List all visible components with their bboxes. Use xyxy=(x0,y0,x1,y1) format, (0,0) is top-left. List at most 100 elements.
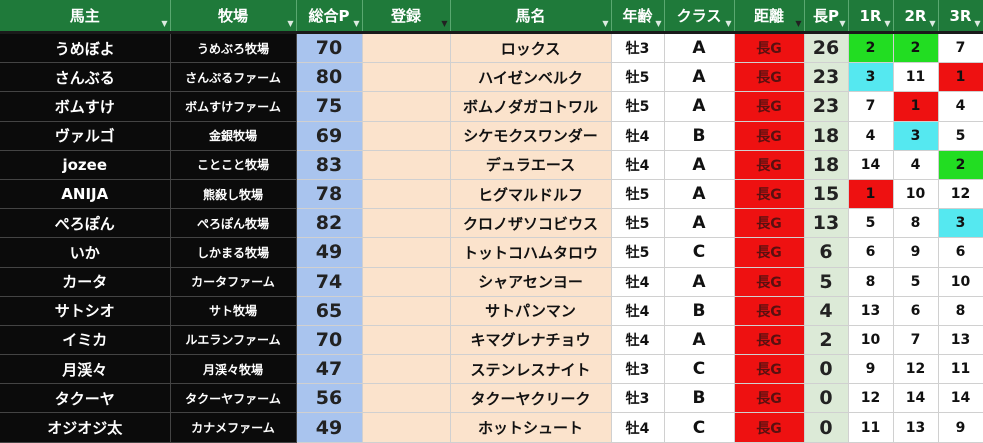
distance-cell[interactable]: 長G xyxy=(734,237,805,268)
header-owner[interactable]: 馬主 ▼ xyxy=(0,0,171,34)
registration-cell[interactable] xyxy=(362,383,451,414)
age-cell[interactable]: 牡4 xyxy=(611,267,665,297)
age-cell[interactable]: 牡4 xyxy=(611,121,665,151)
class-cell[interactable]: C xyxy=(664,354,735,385)
race1-cell[interactable]: 8 xyxy=(848,267,894,297)
table-row[interactable]: イミカ ルエランファーム 70 キマグレナチョウ 牡4 A 長G 2 10 7 13 xyxy=(0,325,983,356)
owner-cell[interactable]: サトシオ xyxy=(0,296,171,326)
long-points-cell[interactable]: 15 xyxy=(804,179,849,210)
registration-cell[interactable] xyxy=(362,267,451,297)
header-horse-name[interactable]: 馬名 ▼ xyxy=(450,0,612,34)
table-row[interactable]: タクーヤ タクーヤファーム 56 タクーヤクリーク 牡3 B 長G 0 12 14 14 xyxy=(0,383,983,414)
header-registration[interactable]: 登録 ▼ xyxy=(362,0,451,34)
registration-cell[interactable] xyxy=(362,325,451,356)
long-points-cell[interactable]: 18 xyxy=(804,121,849,151)
age-cell[interactable]: 牡4 xyxy=(611,325,665,356)
table-row[interactable]: ANIJA 熊殺し牧場 78 ヒグマルドルフ 牡5 A 長G 15 1 10 12 xyxy=(0,179,983,210)
race2-cell[interactable]: 6 xyxy=(893,296,939,326)
registration-cell[interactable] xyxy=(362,208,451,239)
race2-cell[interactable]: 10 xyxy=(893,179,939,210)
long-points-cell[interactable]: 18 xyxy=(804,150,849,180)
race2-cell[interactable]: 12 xyxy=(893,354,939,385)
table-row[interactable]: いか しかまる牧場 49 トットコハムタロウ 牡5 C 長G 6 6 9 6 xyxy=(0,237,983,268)
header-race2[interactable]: 2R ▼ xyxy=(893,0,939,34)
registration-cell[interactable] xyxy=(362,91,451,122)
owner-cell[interactable]: ヴァルゴ xyxy=(0,121,171,151)
age-cell[interactable]: 牡3 xyxy=(611,354,665,385)
race3-cell[interactable]: 12 xyxy=(938,179,983,210)
total-points-cell[interactable]: 47 xyxy=(296,354,363,385)
class-cell[interactable]: A xyxy=(664,179,735,210)
distance-cell[interactable]: 長G xyxy=(734,354,805,385)
long-points-cell[interactable]: 26 xyxy=(804,32,849,64)
farm-cell[interactable]: 熊殺し牧場 xyxy=(170,179,297,210)
filter-active-icon[interactable]: ▼ xyxy=(441,19,447,28)
horse-name-cell[interactable]: デュラエース xyxy=(450,150,612,180)
farm-cell[interactable]: カータファーム xyxy=(170,267,297,297)
total-points-cell[interactable]: 69 xyxy=(296,121,363,151)
race3-cell[interactable]: 3 xyxy=(938,208,983,239)
total-points-cell[interactable]: 70 xyxy=(296,32,363,64)
age-cell[interactable]: 牡5 xyxy=(611,179,665,210)
filter-dropdown-icon[interactable]: ▼ xyxy=(929,19,935,28)
age-cell[interactable]: 牡3 xyxy=(611,383,665,414)
registration-cell[interactable] xyxy=(362,62,451,93)
distance-cell[interactable]: 長G xyxy=(734,91,805,122)
distance-cell[interactable]: 長G xyxy=(734,150,805,180)
race3-cell[interactable]: 2 xyxy=(938,150,983,180)
owner-cell[interactable]: さんぶる xyxy=(0,62,171,93)
total-points-cell[interactable]: 56 xyxy=(296,383,363,414)
filter-dropdown-icon[interactable]: ▼ xyxy=(353,19,359,28)
race1-cell[interactable]: 2 xyxy=(848,32,894,64)
owner-cell[interactable]: 月渓々 xyxy=(0,354,171,385)
header-distance[interactable]: 距離 ▼ xyxy=(734,0,805,34)
table-row[interactable]: さんぶる さんぷるファーム 80 ハイゼンベルク 牡5 A 長G 23 3 11 1 xyxy=(0,62,983,93)
long-points-cell[interactable]: 6 xyxy=(804,237,849,268)
owner-cell[interactable]: いか xyxy=(0,237,171,268)
race2-cell[interactable]: 4 xyxy=(893,150,939,180)
race3-cell[interactable]: 7 xyxy=(938,32,983,64)
registration-cell[interactable] xyxy=(362,150,451,180)
registration-cell[interactable] xyxy=(362,179,451,210)
class-cell[interactable]: B xyxy=(664,296,735,326)
age-cell[interactable]: 牡5 xyxy=(611,208,665,239)
header-class[interactable]: クラス ▼ xyxy=(664,0,735,34)
race1-cell[interactable]: 10 xyxy=(848,325,894,356)
distance-cell[interactable]: 長G xyxy=(734,267,805,297)
farm-cell[interactable]: さんぷるファーム xyxy=(170,62,297,93)
farm-cell[interactable]: ぺろぽん牧場 xyxy=(170,208,297,239)
race3-cell[interactable]: 8 xyxy=(938,296,983,326)
total-points-cell[interactable]: 75 xyxy=(296,91,363,122)
table-row[interactable]: ボムすけ ボムすけファーム 75 ボムノダガコトワル 牡5 A 長G 23 7 1 4 xyxy=(0,91,983,122)
class-cell[interactable]: A xyxy=(664,150,735,180)
long-points-cell[interactable]: 4 xyxy=(804,296,849,326)
farm-cell[interactable]: ボムすけファーム xyxy=(170,91,297,122)
owner-cell[interactable]: カータ xyxy=(0,267,171,297)
total-points-cell[interactable]: 49 xyxy=(296,237,363,268)
horse-name-cell[interactable]: ロックス xyxy=(450,32,612,64)
race3-cell[interactable]: 11 xyxy=(938,354,983,385)
age-cell[interactable]: 牡5 xyxy=(611,237,665,268)
race3-cell[interactable]: 1 xyxy=(938,62,983,93)
horse-name-cell[interactable]: シャアセンヨー xyxy=(450,267,612,297)
race2-cell[interactable]: 8 xyxy=(893,208,939,239)
owner-cell[interactable]: ボムすけ xyxy=(0,91,171,122)
registration-cell[interactable] xyxy=(362,354,451,385)
filter-dropdown-icon[interactable]: ▼ xyxy=(884,19,890,28)
race1-cell[interactable]: 9 xyxy=(848,354,894,385)
race2-cell[interactable]: 9 xyxy=(893,237,939,268)
long-points-cell[interactable]: 2 xyxy=(804,325,849,356)
race1-cell[interactable]: 1 xyxy=(848,179,894,210)
race2-cell[interactable]: 14 xyxy=(893,383,939,414)
farm-cell[interactable]: タクーヤファーム xyxy=(170,383,297,414)
race1-cell[interactable]: 5 xyxy=(848,208,894,239)
total-points-cell[interactable]: 82 xyxy=(296,208,363,239)
total-points-cell[interactable]: 65 xyxy=(296,296,363,326)
age-cell[interactable]: 牡4 xyxy=(611,296,665,326)
owner-cell[interactable]: jozee xyxy=(0,150,171,180)
class-cell[interactable]: C xyxy=(664,237,735,268)
registration-cell[interactable] xyxy=(362,237,451,268)
farm-cell[interactable]: ことこと牧場 xyxy=(170,150,297,180)
long-points-cell[interactable]: 23 xyxy=(804,91,849,122)
race1-cell[interactable]: 4 xyxy=(848,121,894,151)
